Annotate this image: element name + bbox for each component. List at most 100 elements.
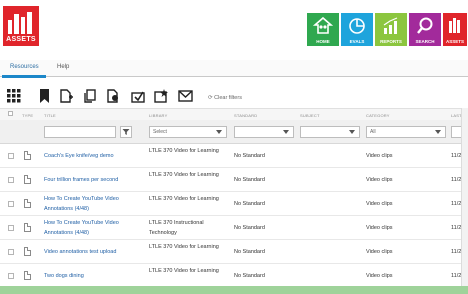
- resource-title-link[interactable]: Coach's Eye knife/veg demo: [44, 151, 144, 161]
- nav-home-button[interactable]: HOME: [307, 13, 339, 46]
- grid-icon[interactable]: [7, 89, 21, 103]
- table-scrollbar[interactable]: [461, 108, 468, 294]
- col-library[interactable]: LIBRARY: [149, 113, 167, 118]
- col-category[interactable]: CATEGORY: [366, 113, 390, 118]
- col-subject[interactable]: SUBJECT: [300, 113, 320, 118]
- pie-chart-icon: [349, 18, 365, 34]
- row-checkbox[interactable]: [8, 177, 14, 183]
- library-name: LTLE 370 Instructional Technology: [149, 220, 204, 236]
- refresh-icon: ⟳: [208, 95, 213, 101]
- library-filter-select[interactable]: Select: [149, 126, 227, 138]
- nav-reports-label: REPORTS: [380, 39, 402, 44]
- chevron-down-icon: [283, 130, 289, 134]
- col-title[interactable]: TITLE: [44, 113, 56, 118]
- nav-evals-button[interactable]: EVALS: [341, 13, 373, 46]
- home-people-icon: [313, 16, 333, 34]
- library-name: LTLE 370 Video for Learning: [149, 268, 219, 274]
- books-icon: [8, 12, 34, 34]
- bookmark-icon[interactable]: [39, 89, 50, 103]
- standard-value: No Standard: [234, 153, 265, 159]
- chevron-down-icon: [216, 130, 222, 134]
- standard-value: No Standard: [234, 201, 265, 207]
- row-checkbox[interactable]: [8, 225, 14, 231]
- resource-title-link[interactable]: How To Create YouTube Video Annotations …: [44, 218, 144, 238]
- row-checkbox[interactable]: [8, 201, 14, 207]
- nav-reports-button[interactable]: REPORTS: [375, 13, 407, 46]
- standard-filter-select[interactable]: [234, 126, 294, 138]
- search-icon: [417, 17, 433, 34]
- table-row[interactable]: How To Create YouTube Video Annotations …: [0, 216, 468, 240]
- chevron-down-icon: [349, 130, 355, 134]
- copy-icon[interactable]: [83, 89, 96, 103]
- assets-logo[interactable]: ASSETS: [3, 6, 39, 46]
- category-filter-value: All: [370, 129, 376, 135]
- tab-help[interactable]: Help: [57, 64, 69, 70]
- tab-resources[interactable]: Resources: [10, 64, 39, 70]
- clear-filters-button[interactable]: ⟳ Clear filters: [208, 95, 242, 101]
- resource-title-link[interactable]: Four trillion frames per second: [44, 175, 144, 185]
- category-value: Video clips: [366, 177, 393, 183]
- table-row[interactable]: Coach's Eye knife/veg demo LTLE 370 Vide…: [0, 144, 468, 168]
- table-row[interactable]: Video annotations test upload LTLE 370 V…: [0, 240, 468, 264]
- books-icon: [449, 18, 460, 33]
- table-header: TYPE TITLE LIBRARY STANDARD SUBJECT CATE…: [0, 108, 468, 120]
- table-row[interactable]: Four trillion frames per second LTLE 370…: [0, 168, 468, 192]
- library-filter-value: Select: [153, 129, 167, 135]
- category-value: Video clips: [366, 153, 393, 159]
- row-checkbox[interactable]: [8, 273, 14, 279]
- library-name: LTLE 370 Video for Learning: [149, 172, 219, 178]
- nav-assets-button[interactable]: ASSETS: [443, 13, 467, 46]
- title-filter-button[interactable]: [120, 126, 132, 138]
- category-value: Video clips: [366, 201, 393, 207]
- row-checkbox[interactable]: [8, 249, 14, 255]
- document-icon: [24, 151, 31, 160]
- filter-icon: [122, 129, 130, 135]
- nav-search-button[interactable]: SEARCH: [409, 13, 441, 46]
- main-nav: HOME EVALS REPORTS SEARCH ASSETS: [307, 13, 467, 46]
- table-row[interactable]: Two dogs dining LTLE 370 Video for Learn…: [0, 264, 468, 288]
- col-standard[interactable]: STANDARD: [234, 113, 257, 118]
- table-row[interactable]: How To Create YouTube Video Annotations …: [0, 192, 468, 216]
- library-name: LTLE 370 Video for Learning: [149, 196, 219, 202]
- col-type[interactable]: TYPE: [22, 113, 33, 118]
- tab-bar: Resources Help: [0, 60, 468, 77]
- bottom-overlay-bar: [0, 286, 468, 294]
- share-document-icon[interactable]: [107, 89, 120, 103]
- category-value: Video clips: [366, 225, 393, 231]
- standard-value: No Standard: [234, 225, 265, 231]
- logo-label: ASSETS: [6, 36, 36, 43]
- email-icon[interactable]: [178, 89, 193, 103]
- resource-title-link[interactable]: Video annotations test upload: [44, 247, 144, 257]
- nav-search-label: SEARCH: [415, 39, 435, 44]
- favorite-icon[interactable]: [154, 89, 168, 103]
- active-tab-indicator: [2, 75, 46, 78]
- document-icon: [24, 199, 31, 208]
- document-icon: [24, 271, 31, 280]
- resource-title-link[interactable]: Two dogs dining: [44, 271, 144, 281]
- standard-value: No Standard: [234, 177, 265, 183]
- document-icon: [24, 247, 31, 256]
- document-icon: [24, 223, 31, 232]
- category-value: Video clips: [366, 273, 393, 279]
- resource-toolbar: ⟳ Clear filters: [0, 80, 468, 108]
- standard-value: No Standard: [234, 249, 265, 255]
- app-header: ASSETS HOME EVALS REPORTS SEARCH ASSETS: [0, 0, 468, 58]
- category-filter-select[interactable]: All: [366, 126, 446, 138]
- standard-value: No Standard: [234, 273, 265, 279]
- subject-filter-select[interactable]: [300, 126, 360, 138]
- nav-home-label: HOME: [316, 39, 330, 44]
- library-name: LTLE 370 Video for Learning: [149, 244, 219, 250]
- nav-assets-label: ASSETS: [445, 39, 464, 44]
- document-icon: [24, 175, 31, 184]
- filter-row: Select All: [0, 120, 468, 144]
- select-all-checkbox[interactable]: [8, 111, 13, 116]
- title-filter-input[interactable]: [44, 126, 116, 138]
- clear-filters-label: Clear filters: [214, 95, 242, 101]
- category-value: Video clips: [366, 249, 393, 255]
- chevron-down-icon: [435, 130, 441, 134]
- new-document-icon[interactable]: [60, 89, 73, 103]
- upload-icon[interactable]: [131, 89, 145, 103]
- row-checkbox[interactable]: [8, 153, 14, 159]
- resource-title-link[interactable]: How To Create YouTube Video Annotations …: [44, 194, 144, 214]
- nav-evals-label: EVALS: [349, 39, 365, 44]
